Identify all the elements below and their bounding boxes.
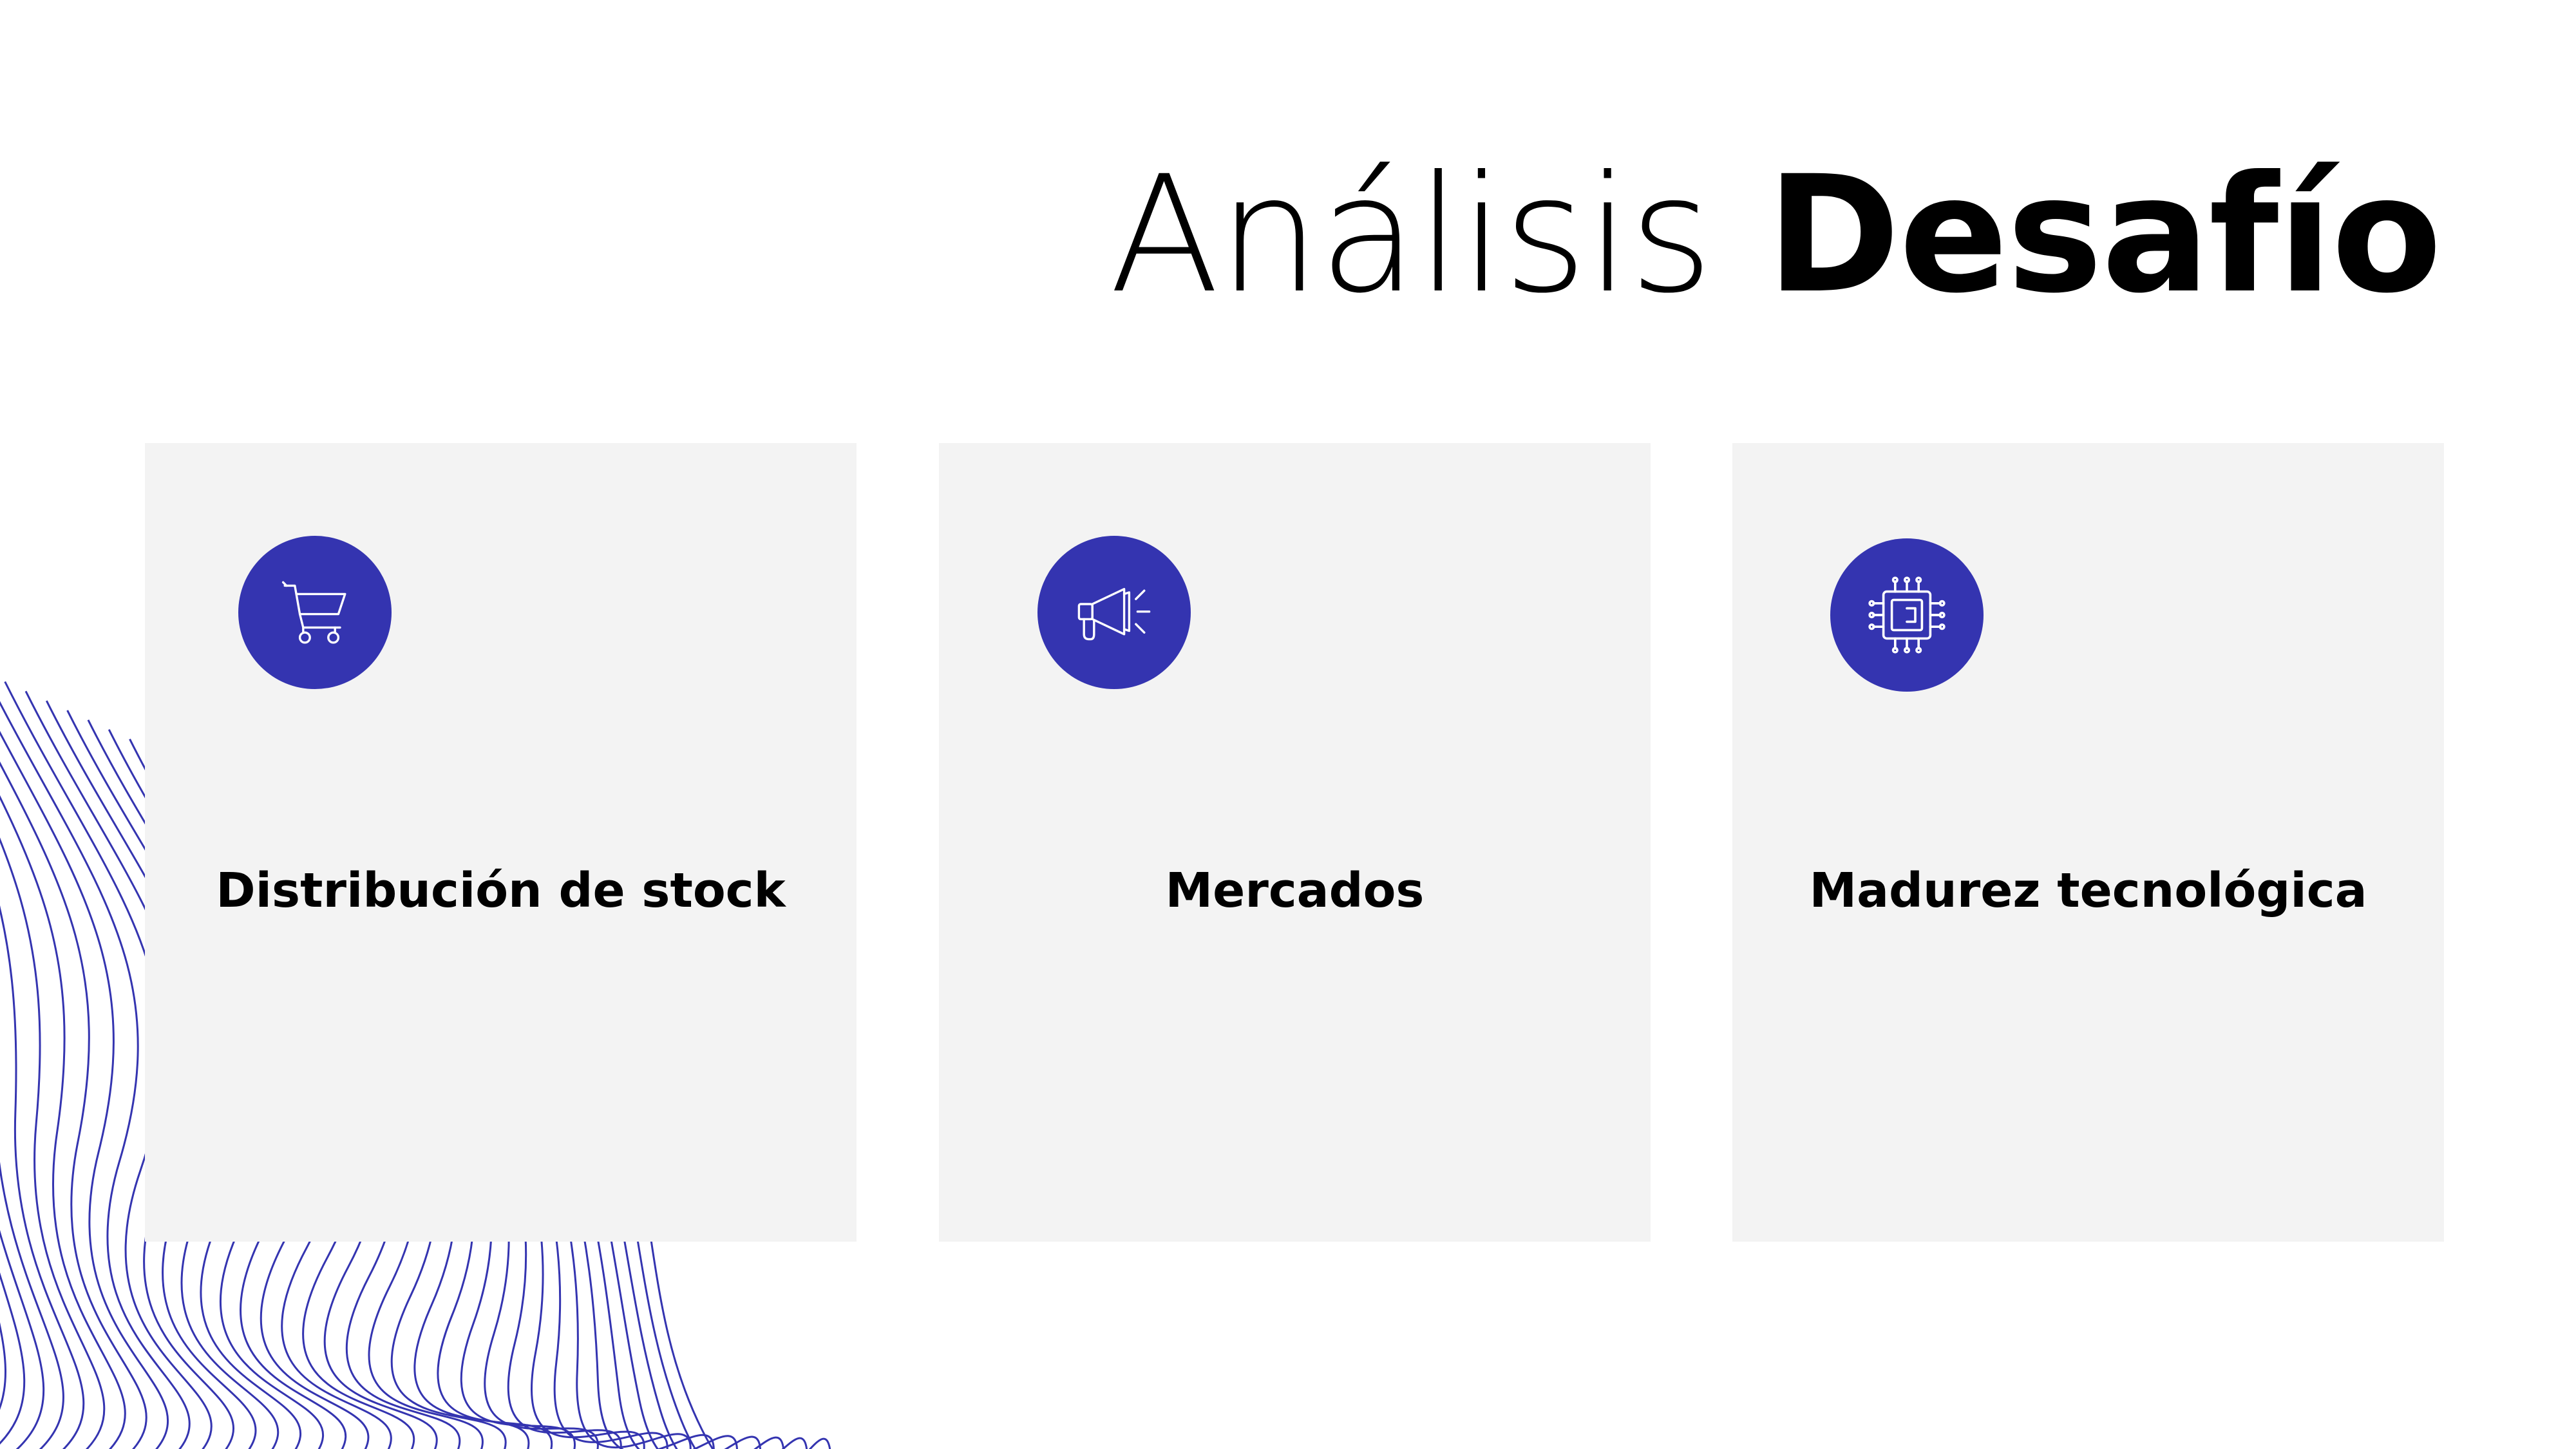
wave-line <box>0 1322 7 1410</box>
card-label: Madurez tecnológica <box>1809 863 2367 918</box>
wave-line <box>0 795 126 1449</box>
title-bold-text: Desafío <box>1766 141 2442 328</box>
shopping-cart-icon <box>238 536 392 689</box>
title-light-text: Análisis <box>1109 141 1714 328</box>
wave-line <box>0 1161 64 1449</box>
wave-line <box>0 731 169 1449</box>
slide: Análisis Desafío Distribución de stock M… <box>0 0 2576 1449</box>
wave-line <box>0 837 106 1449</box>
wave-line <box>0 905 85 1449</box>
wave-line <box>0 761 147 1449</box>
card-label: Mercados <box>1165 863 1425 918</box>
wave-line <box>0 1229 45 1449</box>
card-label: Distribución de stock <box>216 863 786 918</box>
card-tech-maturity: Madurez tecnológica <box>1732 443 2444 1242</box>
megaphone-icon <box>1037 536 1191 689</box>
wave-line <box>0 1272 26 1444</box>
cpu-chip-icon <box>1830 538 1984 692</box>
card-markets: Mercados <box>939 443 1651 1242</box>
card-stock-distribution: Distribución de stock <box>145 443 857 1242</box>
slide-title: Análisis Desafío <box>1110 155 2442 316</box>
